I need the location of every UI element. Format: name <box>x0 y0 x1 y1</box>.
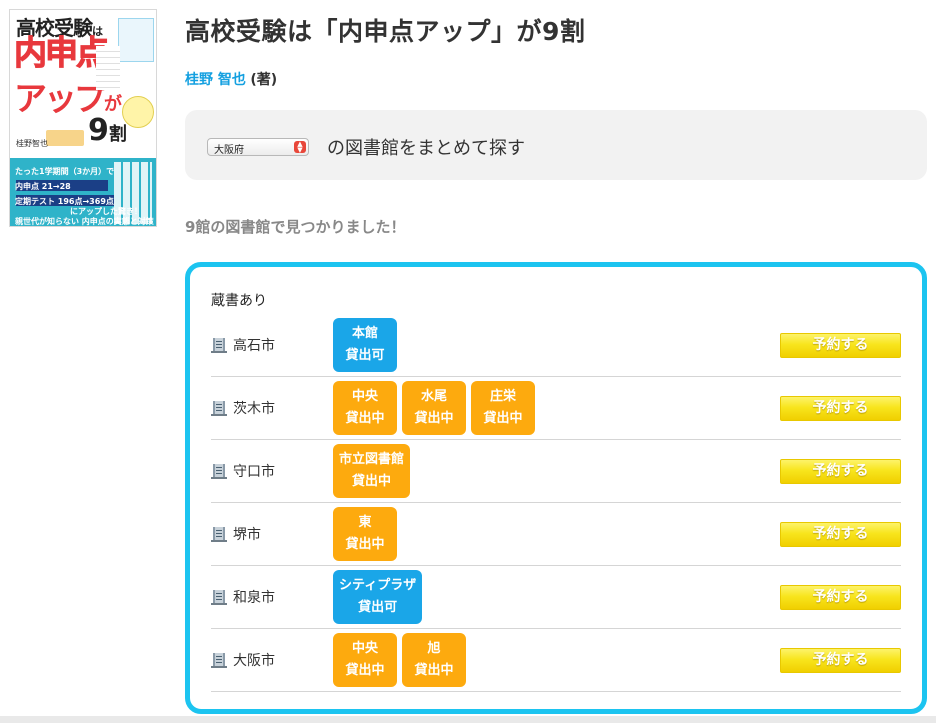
library-list: 高石市 本館 貸出可 予約する 茨木市 中央 貸出中 水尾 貸出中 庄栄 貸出中 予約する 守口市 市立図… <box>211 314 901 692</box>
city-name: 守口市 <box>233 464 275 480</box>
branch-status: 貸出中 <box>483 411 523 426</box>
branch-badges: 中央 貸出中 水尾 貸出中 庄栄 貸出中 <box>333 381 535 435</box>
branch-status-badge[interactable]: 本館 貸出可 <box>333 318 397 372</box>
reserve-button[interactable]: 予約する <box>780 585 901 610</box>
branch-status: 貸出中 <box>345 663 385 678</box>
branch-status-badge[interactable]: 旭貸出中 <box>402 633 466 687</box>
library-building-icon <box>211 464 227 479</box>
library-city[interactable]: 堺市 <box>211 503 261 565</box>
section-label-in-stock: 蔵書あり <box>211 293 267 309</box>
desk-illustration <box>46 130 84 146</box>
library-row: 和泉市 シティプラザ 貸出可 予約する <box>211 566 901 629</box>
author-link[interactable]: 桂野 智也 <box>185 72 246 88</box>
branch-badges: 市立図書館 貸出中 <box>333 444 411 498</box>
page-title: 高校受験は「内申点アップ」が9割 <box>185 17 586 46</box>
reserve-button[interactable]: 予約する <box>780 396 901 421</box>
book-cover-image[interactable]: 高校受験は 内申点 アップが 9割 桂野智也 たった1学期間（3か月）で 内申点… <box>9 9 157 227</box>
city-name: 堺市 <box>233 527 261 543</box>
branch-name: 市立図書館 <box>339 452 405 467</box>
cover-title-line4: 9割 <box>88 113 127 148</box>
branch-status: 貸出可 <box>358 600 398 615</box>
branch-status-badge[interactable]: 中央 貸出中 <box>333 381 397 435</box>
branch-badges: 本館 貸出可 <box>333 318 397 372</box>
result-count-text: 9館の図書館で見つかりました！ <box>185 218 406 236</box>
cover-bottom-band: たった1学期間（3か月）で 内申点 21→28 定期テスト 196点→369点 … <box>10 158 156 226</box>
library-building-icon <box>211 590 227 605</box>
branch-name: シティプラザ <box>339 578 417 593</box>
cover-line-2: 内申点 21→28 <box>15 182 71 191</box>
select-arrows-icon: ▲ ▼ <box>294 141 306 154</box>
reserve-button[interactable]: 予約する <box>780 459 901 484</box>
branch-status: 貸出中 <box>352 474 392 489</box>
library-city[interactable]: 茨木市 <box>211 377 275 439</box>
author-role: (著) <box>250 72 278 88</box>
prefecture-select[interactable]: 大阪府 ▲ ▼ <box>207 138 309 156</box>
cover-title-line2: 内申点 <box>14 33 110 72</box>
cover-badge-illustration <box>122 96 154 128</box>
author-line: 桂野 智也 (著) <box>185 69 277 89</box>
city-name: 和泉市 <box>233 590 275 606</box>
branch-status-badge[interactable]: 東貸出中 <box>333 507 397 561</box>
library-city[interactable]: 和泉市 <box>211 566 275 628</box>
cover-line-1: たった1学期間（3か月）で <box>15 167 115 176</box>
reserve-button[interactable]: 予約する <box>780 648 901 673</box>
library-row: 高石市 本館貸出可 予約する <box>211 314 901 377</box>
library-city[interactable]: 高石市 <box>211 314 275 376</box>
library-building-icon <box>211 653 227 668</box>
branch-status-badge[interactable]: 中央 貸出中 <box>333 633 397 687</box>
city-name: 茨木市 <box>233 401 275 417</box>
library-row: 守口市 市立図書館貸出中 予約する <box>211 440 901 503</box>
branch-status: 貸出中 <box>414 663 454 678</box>
branch-name: 本館 <box>351 326 378 341</box>
branch-status-badge[interactable]: 庄栄 貸出中 <box>471 381 535 435</box>
library-building-icon <box>211 527 227 542</box>
cover-side-text-illustration <box>96 46 120 90</box>
branch-badges: シティプラザ 貸出可 <box>333 570 423 624</box>
result-panel: 蔵書あり 高石市 本館 貸出可 予約する 茨木市 中央 貸出中 水尾 貸出中 庄栄 貸出中 予約する守… <box>185 262 927 714</box>
cover-top-area: 高校受験は 内申点 アップが 9割 桂野智也 <box>10 10 156 158</box>
search-label: の図書館をまとめて探す <box>327 138 525 159</box>
library-row: 堺市 東貸出中 予約する <box>211 503 901 566</box>
library-row: 大阪市 中央 貸出中旭貸出中 予約する <box>211 629 901 692</box>
branch-status: 貸出中 <box>345 411 385 426</box>
branch-name: 中央 <box>351 389 378 404</box>
cover-author: 桂野智也 <box>16 139 48 148</box>
branch-status: 貸出中 <box>345 537 385 552</box>
branch-status-badge[interactable]: シティプラザ 貸出可 <box>333 570 423 624</box>
branch-name: 庄栄 <box>489 389 516 404</box>
cover-line-5: 親世代が知らない 内申点の実態と対策 とは <box>15 217 157 226</box>
reserve-button[interactable]: 予約する <box>780 333 901 358</box>
branch-name: 中央 <box>351 641 378 656</box>
branch-status: 貸出可 <box>345 348 385 363</box>
city-name: 大阪市 <box>233 653 275 669</box>
branch-badges: 中央 貸出中旭貸出中 <box>333 633 466 687</box>
branch-status-badge[interactable]: 水尾 貸出中 <box>402 381 466 435</box>
library-search-box: 大阪府 ▲ ▼ の図書館をまとめて探す <box>185 110 927 180</box>
city-name: 高石市 <box>233 338 275 354</box>
branch-name: 東 <box>358 515 372 530</box>
reserve-button[interactable]: 予約する <box>780 522 901 547</box>
library-building-icon <box>211 338 227 353</box>
bottom-scroll-area <box>0 716 936 723</box>
branch-status: 貸出中 <box>414 411 454 426</box>
branch-name: 水尾 <box>420 389 447 404</box>
library-city[interactable]: 大阪市 <box>211 629 275 691</box>
library-row: 茨木市 中央 貸出中 水尾 貸出中 庄栄 貸出中 予約する <box>211 377 901 440</box>
prefecture-selected-value: 大阪府 <box>214 145 244 156</box>
branch-name: 旭 <box>427 641 441 656</box>
library-city[interactable]: 守口市 <box>211 440 275 502</box>
notebook-illustration <box>118 18 154 62</box>
branch-status-badge[interactable]: 市立図書館 貸出中 <box>333 444 411 498</box>
library-building-icon <box>211 401 227 416</box>
branch-badges: 東貸出中 <box>333 507 397 561</box>
